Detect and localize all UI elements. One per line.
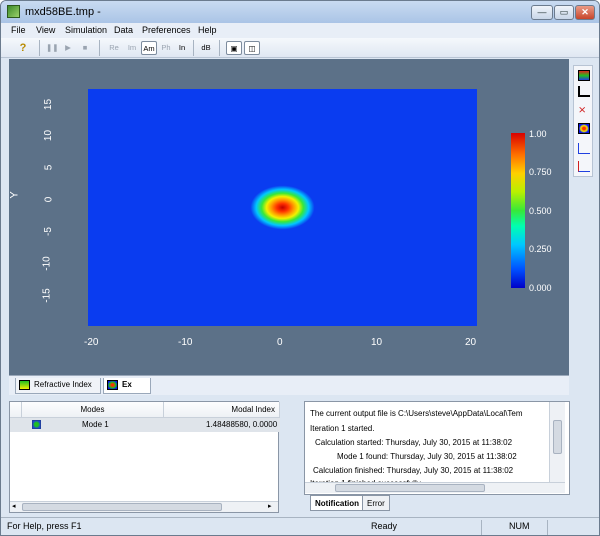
scroll-right-icon[interactable]: ▸ [268, 502, 272, 510]
status-help-text: For Help, press F1 [7, 521, 82, 531]
scroll-left-icon[interactable]: ◂ [12, 502, 16, 510]
y-tick-label: -5 [42, 227, 54, 236]
contour-icon[interactable] [578, 123, 590, 134]
toolbar-separator [99, 40, 100, 56]
log-line: The current output file is C:\Users\stev… [310, 409, 523, 418]
field-heatmap[interactable] [88, 89, 477, 326]
pause-icon[interactable]: ❚❚ [46, 41, 59, 55]
y-tick-label: -10 [41, 256, 53, 271]
amplitude-button[interactable]: Am [141, 41, 157, 55]
colorbar-tick-label: 1.00 [529, 129, 547, 139]
status-num-lock: NUM [509, 521, 530, 531]
table-row[interactable]: Mode 1 1.48488580, 0.0000 [10, 418, 280, 432]
help-icon[interactable]: ? [17, 41, 29, 55]
x-tick-label: -10 [178, 337, 193, 348]
tab-error[interactable]: Error [362, 495, 390, 511]
line-plot-x-icon[interactable] [578, 143, 590, 154]
toolbar: ? ❚❚ ▶ ■ Re Im Am Ph In dB ▣ ◫ [1, 38, 599, 58]
imaginary-button[interactable]: Im [125, 41, 139, 55]
phase-button[interactable]: Ph [159, 41, 173, 55]
modes-table: Modes Modal Index Mode 1 1.48488580, 0.0… [9, 401, 280, 513]
y-axis-label: Y [8, 191, 21, 199]
x-tick-label: 0 [277, 337, 283, 348]
status-bar: For Help, press F1 Ready NUM [1, 517, 599, 535]
title-bar: mxd58BE.tmp - — ▭ ✕ [1, 1, 599, 23]
maximize-button[interactable]: ▭ [554, 5, 574, 20]
app-icon [7, 5, 20, 18]
scrollbar-thumb[interactable] [553, 420, 562, 454]
horizontal-scrollbar[interactable] [305, 482, 565, 493]
log-line: Calculation started: Thursday, July 30, … [315, 438, 513, 447]
y-tick-label: 15 [43, 98, 55, 111]
y-tick-label: -15 [41, 288, 53, 303]
mode-field-icon [32, 420, 41, 429]
x-tick-label: 10 [371, 337, 383, 348]
horizontal-scrollbar[interactable]: ◂ ▸ [10, 501, 278, 512]
menu-view[interactable]: View [36, 25, 55, 35]
tab-refractive-index[interactable]: Refractive Index [15, 378, 101, 394]
plot-side-toolbar: ⨯ [573, 65, 593, 177]
log-line: Calculation finished: Thursday, July 30,… [313, 466, 514, 475]
layout-single-icon[interactable]: ▣ [226, 41, 242, 55]
column-header-modal-index[interactable]: Modal Index [164, 402, 280, 418]
colorbar [511, 133, 525, 288]
layout-split-icon[interactable]: ◫ [244, 41, 260, 55]
status-separator [481, 520, 482, 535]
mode-name: Mode 1 [82, 420, 109, 429]
stop-icon[interactable]: ■ [79, 41, 91, 55]
menu-bar: File View Simulation Data Preferences He… [1, 23, 599, 38]
vertical-scrollbar[interactable] [549, 402, 565, 482]
status-ready: Ready [371, 521, 398, 531]
colormap-icon[interactable] [578, 70, 590, 81]
menu-file[interactable]: File [11, 25, 26, 35]
scrollbar-thumb[interactable] [335, 484, 485, 492]
minimize-button[interactable]: — [531, 5, 553, 20]
menu-simulation[interactable]: Simulation [65, 25, 107, 35]
output-log[interactable]: The current output file is C:\Users\stev… [304, 401, 570, 495]
tab-notification[interactable]: Notification [310, 495, 364, 511]
menu-data[interactable]: Data [114, 25, 133, 35]
axes-icon[interactable] [578, 86, 590, 97]
y-tick-label: 5 [43, 164, 55, 171]
window-title: mxd58BE.tmp - [25, 6, 101, 18]
db-button[interactable]: dB [199, 41, 213, 55]
y-tick-label: 0 [43, 196, 55, 203]
line-plot-y-icon[interactable] [578, 161, 590, 172]
refractive-index-icon [19, 380, 30, 390]
scrollbar-thumb[interactable] [22, 503, 222, 511]
log-line: Mode 1 found: Thursday, July 30, 2015 at… [337, 452, 517, 461]
column-header-modes[interactable]: Modes [22, 402, 164, 418]
menu-help[interactable]: Help [198, 25, 217, 35]
field-ex-icon [107, 380, 118, 390]
toolbar-separator [39, 40, 40, 56]
colorbar-tick-label: 0.750 [529, 167, 552, 177]
y-tick-label: 10 [43, 129, 55, 142]
close-button[interactable]: ✕ [575, 5, 595, 20]
colorbar-tick-label: 0.250 [529, 244, 552, 254]
tab-label: Refractive Index [34, 380, 92, 389]
menu-preferences[interactable]: Preferences [142, 25, 191, 35]
colorbar-tick-label: 0.500 [529, 206, 552, 216]
real-button[interactable]: Re [107, 41, 121, 55]
log-line: Iteration 1 started. [310, 424, 375, 433]
tab-label: Ex [122, 380, 132, 389]
x-tick-label: 20 [465, 337, 477, 348]
colorbar-tick-label: 0.000 [529, 283, 552, 293]
toolbar-separator [219, 40, 220, 56]
status-separator [547, 520, 548, 535]
output-tab-strip: Notification Error [304, 495, 570, 513]
field-plot[interactable]: Y 15 10 5 0 -5 -10 -15 -20 -10 0 10 20 1… [9, 59, 569, 375]
tab-ex[interactable]: Ex [103, 378, 151, 394]
play-icon[interactable]: ▶ [62, 41, 74, 55]
modal-index-value: 1.48488580, 0.0000 [206, 420, 278, 429]
profile-x-icon[interactable]: ⨯ [578, 106, 590, 117]
app-window: mxd58BE.tmp - — ▭ ✕ File View Simulation… [0, 0, 600, 536]
table-header-check [10, 402, 22, 418]
plot-tab-strip: Refractive Index Ex [9, 375, 569, 395]
toolbar-separator [193, 40, 194, 56]
x-tick-label: -20 [84, 337, 99, 348]
intensity-button[interactable]: In [176, 41, 188, 55]
